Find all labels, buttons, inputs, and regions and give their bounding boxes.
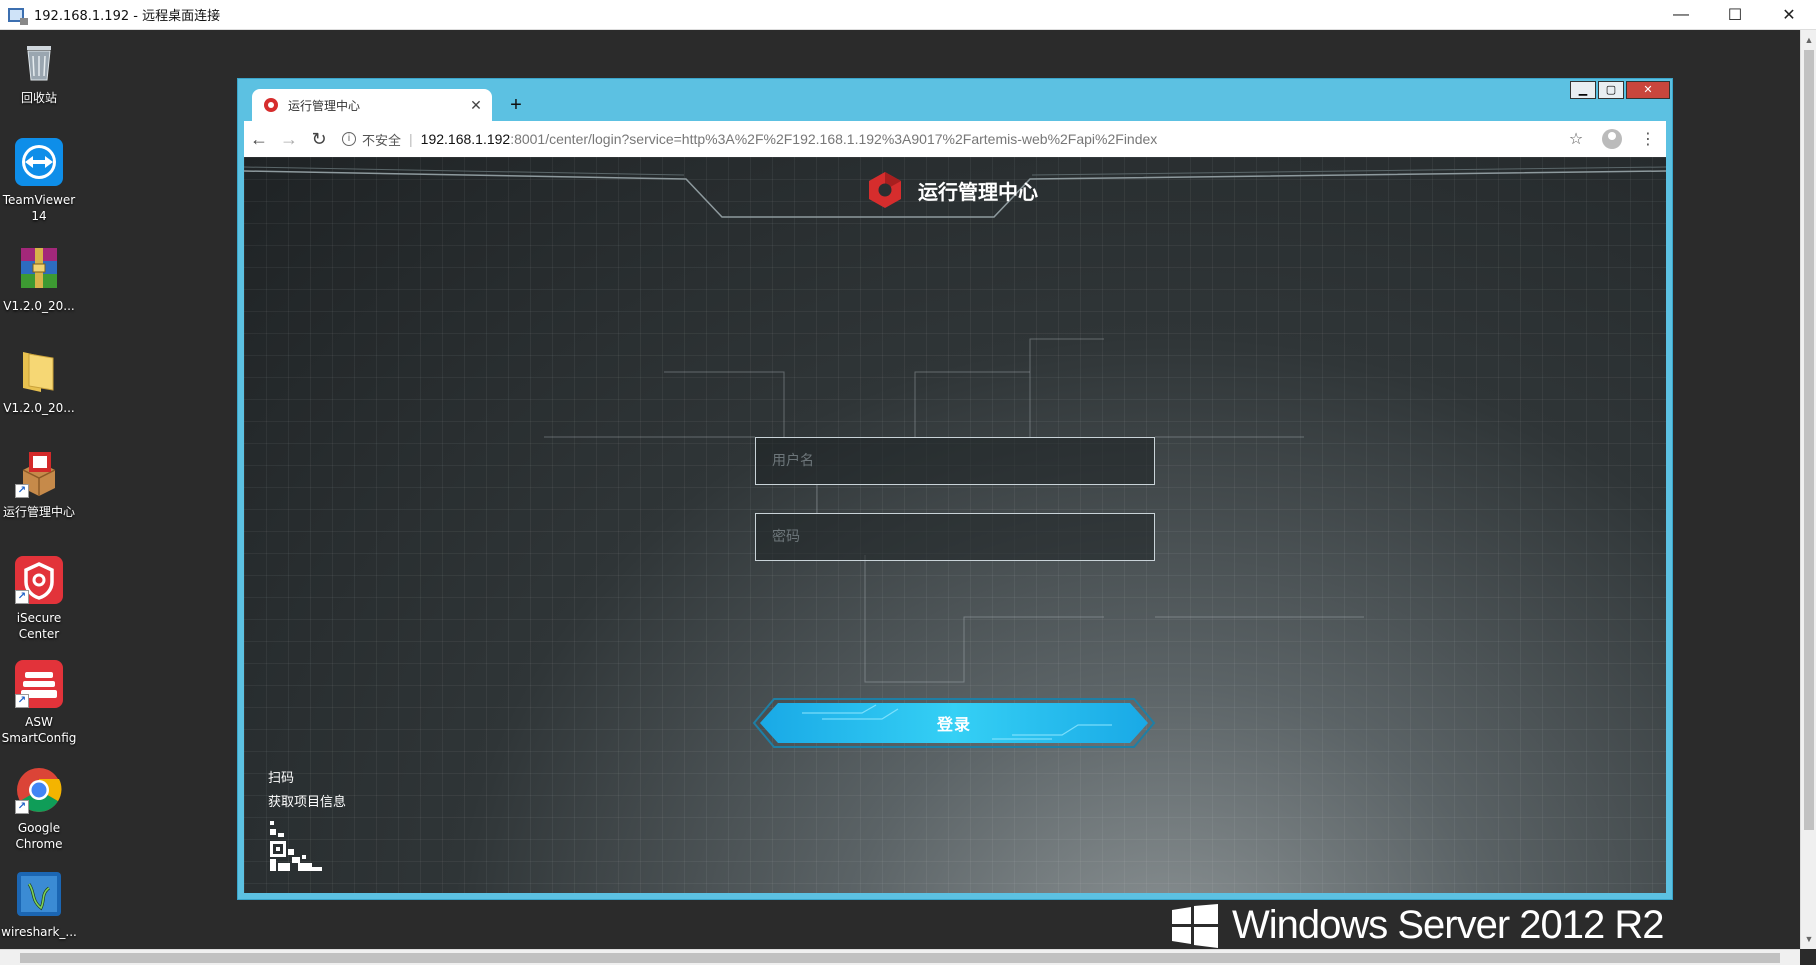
address-bar[interactable]: i 不安全 | 192.168.1.192:8001/center/login?… <box>342 125 1558 153</box>
password-input[interactable] <box>755 513 1155 561</box>
rdp-window-title: 192.168.1.192 - 远程桌面连接 <box>34 9 221 24</box>
tab-title: 运行管理中心 <box>288 98 361 113</box>
desktop-icon-folder[interactable]: V1.2.0_20... <box>0 346 78 416</box>
desktop-icon-label: V1.2.0_20... <box>3 401 75 415</box>
username-input[interactable] <box>755 437 1155 485</box>
profile-avatar-icon <box>1602 129 1622 149</box>
rdp-close-button[interactable]: ✕ <box>1762 0 1816 30</box>
asw-smartconfig-icon: ↗ <box>15 660 63 708</box>
chrome-icon: ↗ <box>15 766 63 814</box>
winrar-archive-icon <box>15 244 63 292</box>
browser-close-button[interactable]: ✕ <box>1626 81 1670 99</box>
forward-button[interactable]: → <box>274 129 304 150</box>
browser-tab-active[interactable]: 运行管理中心 ✕ <box>252 89 492 121</box>
shortcut-arrow-icon: ↗ <box>15 694 29 708</box>
scrollbar-thumb[interactable] <box>1804 50 1814 830</box>
isecure-center-icon: ↗ <box>15 556 63 604</box>
package-icon: ↗ <box>15 450 63 498</box>
rdp-horizontal-scrollbar[interactable] <box>0 949 1800 965</box>
wireshark-icon <box>15 870 63 918</box>
windows-server-branding: Windows Server 2012 R2 <box>1172 903 1665 948</box>
windows-server-text: Windows Server 2012 R2 <box>1232 903 1665 947</box>
desktop-icon-label: TeamViewer 14 <box>2 193 76 223</box>
profile-button[interactable] <box>1594 129 1630 149</box>
url-path: :8001/center/login?service=http%3A%2F%2F… <box>510 131 1158 147</box>
scan-code-link[interactable]: 扫码 <box>268 767 294 786</box>
desktop-icon-winrar[interactable]: V1.2.0_20... <box>0 244 78 314</box>
login-button[interactable]: 登录 <box>752 695 1156 751</box>
qr-code-icon[interactable] <box>268 817 324 873</box>
desktop-icon-label: iSecure Center <box>16 611 62 641</box>
teamviewer-icon <box>15 138 63 186</box>
desktop-icon-teamviewer[interactable]: TeamViewer 14 <box>0 138 78 224</box>
address-separator: | <box>409 131 413 147</box>
rdp-vertical-scrollbar[interactable]: ▲ ▼ <box>1800 30 1816 949</box>
desktop-icon-yunxing[interactable]: ↗ 运行管理中心 <box>0 450 78 520</box>
bookmark-star-icon[interactable]: ☆ <box>1558 129 1594 149</box>
rdp-minimize-button[interactable]: — <box>1654 0 1708 30</box>
info-icon[interactable]: i <box>342 132 356 146</box>
remote-desktop-icon <box>8 7 28 25</box>
back-button[interactable]: ← <box>244 129 274 150</box>
desktop-icon-label: 运行管理中心 <box>2 505 75 519</box>
browser-toolbar: ← → ↻ i 不安全 | 192.168.1.192:8001/center/… <box>244 121 1666 157</box>
project-info-link[interactable]: 获取项目信息 <box>268 791 346 810</box>
tab-close-icon[interactable]: ✕ <box>466 97 486 114</box>
scrollbar-thumb[interactable] <box>20 953 1780 963</box>
desktop-icon-chrome[interactable]: ↗ Google Chrome <box>0 766 78 852</box>
desktop-icon-wireshark[interactable]: wireshark_... <box>0 870 78 940</box>
new-tab-button[interactable]: + <box>504 93 528 117</box>
browser-minimize-button[interactable]: ▁ <box>1570 81 1596 99</box>
rdp-titlebar: 192.168.1.192 - 远程桌面连接 — ☐ ✕ <box>0 0 1816 30</box>
desktop-icon-isecure[interactable]: ↗ iSecure Center <box>0 556 78 642</box>
browser-maximize-button[interactable]: ▢ <box>1598 81 1624 99</box>
desktop-icon-label: 回收站 <box>20 91 57 105</box>
desktop-icon-label: V1.2.0_20... <box>3 299 75 313</box>
desktop-icon-recycle-bin[interactable]: 回收站 <box>0 36 78 106</box>
site-favicon-icon <box>264 98 278 112</box>
desktop-icon-label: wireshark_... <box>1 925 77 939</box>
desktop-icon-label: Google Chrome <box>15 821 63 851</box>
scroll-up-icon[interactable]: ▲ <box>1801 32 1816 48</box>
reload-button[interactable]: ↻ <box>304 129 334 150</box>
shortcut-arrow-icon: ↗ <box>15 590 29 604</box>
browser-menu-icon[interactable]: ⋮ <box>1630 129 1666 149</box>
login-button-label: 登录 <box>936 715 971 734</box>
desktop-icon-asw[interactable]: ↗ ASW SmartConfig <box>0 660 78 746</box>
windows-logo-icon <box>1172 903 1218 948</box>
desktop-icon-label: ASW SmartConfig <box>1 715 77 745</box>
url-host: 192.168.1.192 <box>420 131 511 147</box>
recycle-bin-icon <box>15 36 63 84</box>
folder-icon <box>15 346 63 394</box>
shortcut-arrow-icon: ↗ <box>15 800 29 814</box>
rdp-maximize-button[interactable]: ☐ <box>1708 0 1762 30</box>
browser-window: ▁ ▢ ✕ 运行管理中心 ✕ + ← → ↻ i 不安全 | 192.168.1… <box>237 78 1673 900</box>
shortcut-arrow-icon: ↗ <box>15 484 29 498</box>
login-page: 运行管理中心 用户名 登录 扫码 获取项目信息 <box>244 157 1666 893</box>
scroll-down-icon[interactable]: ▼ <box>1801 931 1816 947</box>
security-status-label: 不安全 <box>362 133 402 149</box>
